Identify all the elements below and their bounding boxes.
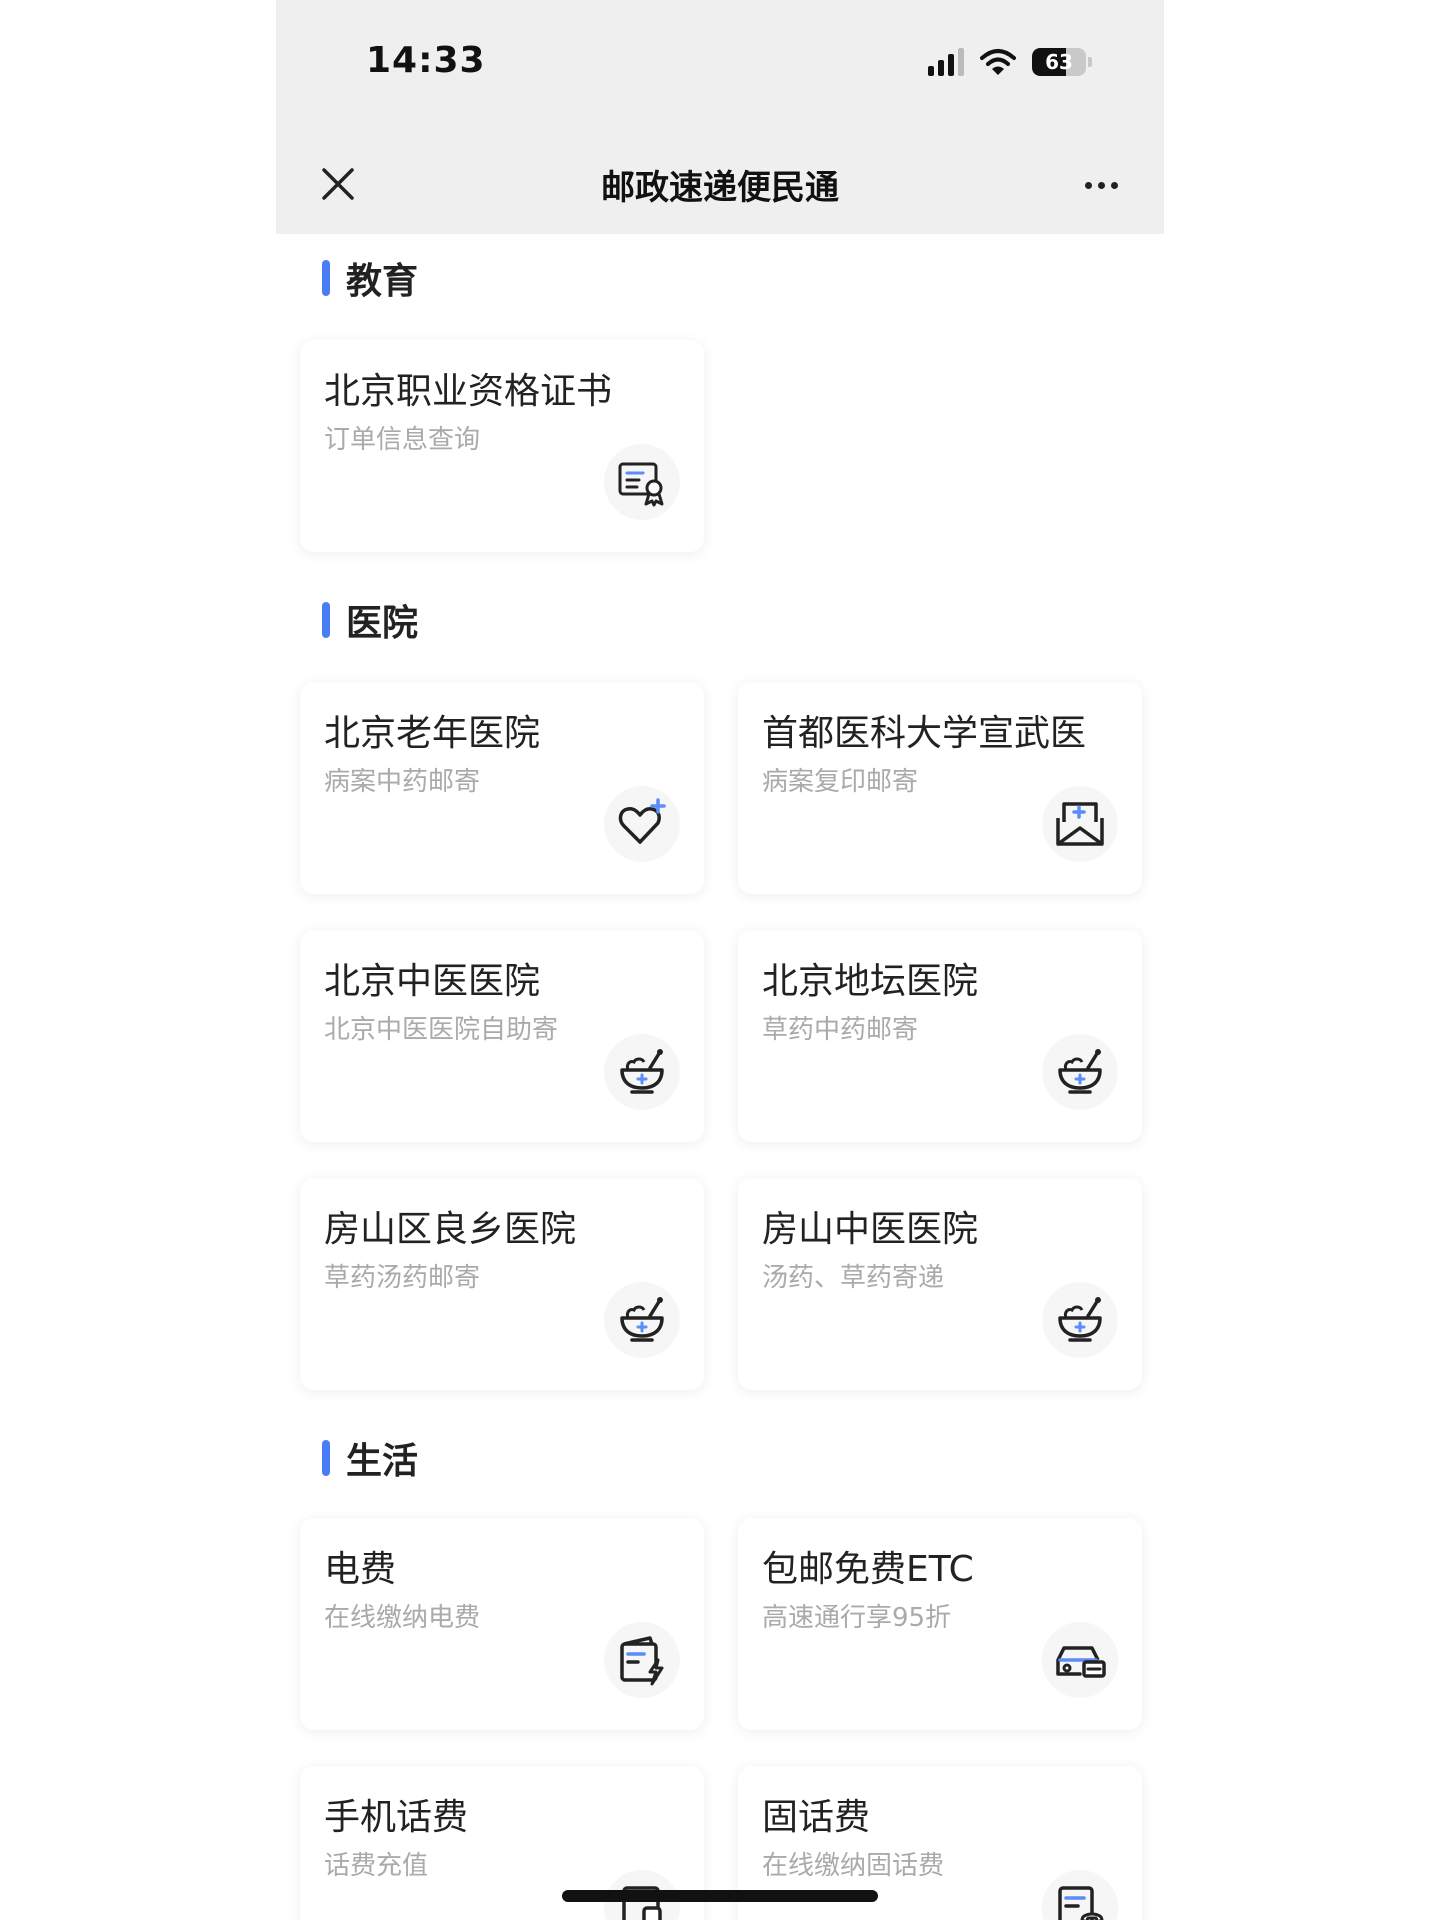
battery-level: 63 <box>1045 50 1073 74</box>
card-title: 电费 <box>324 1549 397 1590</box>
car-etc-icon <box>1042 1622 1118 1698</box>
herbal-bowl-icon <box>1042 1282 1118 1358</box>
card-title: 北京职业资格证书 <box>324 371 613 412</box>
card-subtitle: 草药中药邮寄 <box>762 1015 919 1045</box>
status-time: 14:33 <box>366 40 486 81</box>
card-title: 包邮免费ETC <box>762 1549 974 1590</box>
service-card-etc[interactable]: 包邮免费ETC 高速通行享95折 <box>738 1518 1142 1730</box>
service-card-beijing-geriatric-hospital[interactable]: 北京老年医院 病案中药邮寄 <box>300 682 704 894</box>
card-subtitle: 话费充值 <box>324 1851 429 1881</box>
section-label: 教育 <box>346 261 419 302</box>
battery-nub <box>1088 57 1092 67</box>
card-title: 北京老年医院 <box>324 713 541 754</box>
service-card-beijing-ditan-hospital[interactable]: 北京地坛医院 草药中药邮寄 <box>738 930 1142 1142</box>
service-card-beijing-tcm-hospital[interactable]: 北京中医医院 北京中医医院自助寄 <box>300 930 704 1142</box>
section-title-education: 教育 <box>322 258 418 302</box>
service-card-fangshan-tcm-hospital[interactable]: 房山中医医院 汤药、草药寄递 <box>738 1178 1142 1390</box>
more-dot <box>1097 181 1105 189</box>
section-title-life: 生活 <box>322 1438 418 1482</box>
herbal-bowl-icon <box>1042 1034 1118 1110</box>
status-icons: 63 <box>928 48 1092 76</box>
card-subtitle: 高速通行享95折 <box>762 1603 952 1633</box>
more-dot <box>1110 181 1118 189</box>
battery-icon: 63 <box>1032 48 1086 76</box>
section-label: 生活 <box>346 1441 419 1482</box>
card-subtitle: 订单信息查询 <box>324 425 481 455</box>
signal-icon <box>928 48 964 76</box>
herbal-bowl-icon <box>604 1282 680 1358</box>
card-title: 北京地坛医院 <box>762 961 979 1002</box>
heart-plus-icon <box>604 786 680 862</box>
landline-bill-icon <box>1042 1870 1118 1920</box>
service-card-fangshan-liangxiang-hospital[interactable]: 房山区良乡医院 草药汤药邮寄 <box>300 1178 704 1390</box>
card-title: 房山区良乡医院 <box>324 1209 577 1250</box>
card-title: 北京中医医院 <box>324 961 541 1002</box>
medical-mail-icon <box>1042 786 1118 862</box>
card-subtitle: 草药汤药邮寄 <box>324 1263 481 1293</box>
electric-bill-icon <box>604 1622 680 1698</box>
service-card-electricity-bill[interactable]: 电费 在线缴纳电费 <box>300 1518 704 1730</box>
more-button[interactable] <box>1076 168 1126 202</box>
card-subtitle: 病案中药邮寄 <box>324 767 481 797</box>
service-card-xuanwu-hospital[interactable]: 首都医科大学宣武医 病案复印邮寄 <box>738 682 1142 894</box>
card-title: 固话费 <box>762 1797 871 1838</box>
herbal-bowl-icon <box>604 1034 680 1110</box>
card-subtitle: 在线缴纳固话费 <box>762 1851 945 1881</box>
card-subtitle: 病案复印邮寄 <box>762 767 919 797</box>
section-title-hospital: 医院 <box>322 600 418 644</box>
section-accent-bar <box>322 1440 330 1476</box>
more-dot <box>1084 181 1092 189</box>
certificate-icon <box>604 444 680 520</box>
section-accent-bar <box>322 260 330 296</box>
wifi-icon <box>980 49 1016 75</box>
section-label: 医院 <box>346 603 419 644</box>
section-accent-bar <box>322 602 330 638</box>
card-subtitle: 在线缴纳电费 <box>324 1603 481 1633</box>
home-indicator[interactable] <box>562 1890 878 1902</box>
card-title: 手机话费 <box>324 1797 469 1838</box>
card-title: 首都医科大学宣武医 <box>762 713 1087 754</box>
service-card-beijing-certificate[interactable]: 北京职业资格证书 订单信息查询 <box>300 340 704 552</box>
card-subtitle: 北京中医医院自助寄 <box>324 1015 559 1045</box>
app-screen: 14:33 63 邮政速递便民通 教育 北京职业资格证书 订单信息查询 医院 北… <box>276 0 1164 1920</box>
top-bar: 14:33 63 邮政速递便民通 <box>276 0 1164 234</box>
card-title: 房山中医医院 <box>762 1209 979 1250</box>
page-title: 邮政速递便民通 <box>601 168 839 208</box>
card-subtitle: 汤药、草药寄递 <box>762 1263 945 1293</box>
